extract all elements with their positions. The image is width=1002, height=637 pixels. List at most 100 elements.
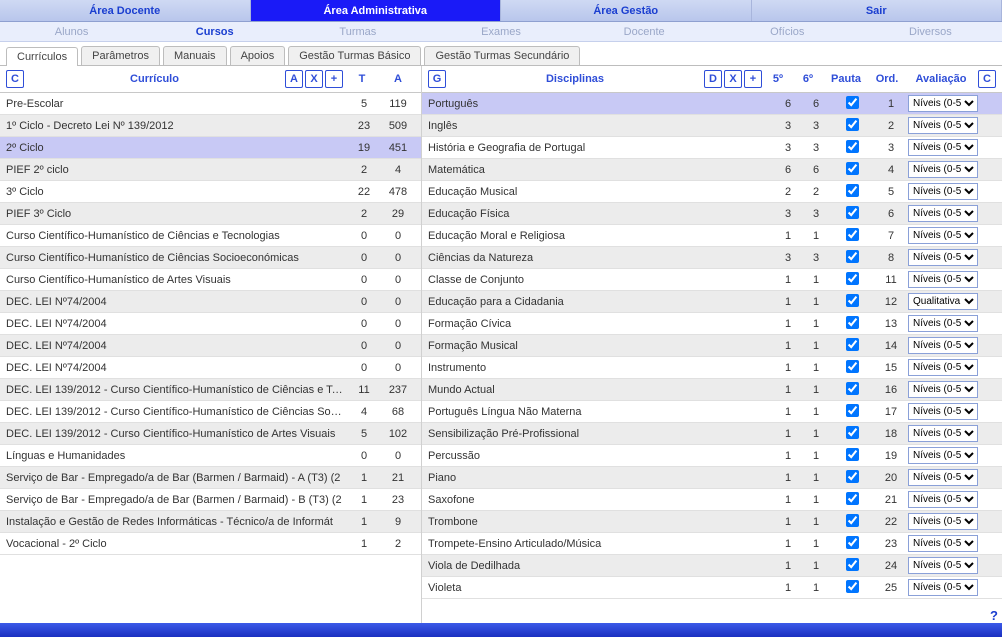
disciplina-pauta-checkbox[interactable] — [846, 448, 859, 461]
disciplina-pauta-checkbox[interactable] — [846, 162, 859, 175]
disciplina-aval-select[interactable]: Níveis (0-5)Qualitativa — [908, 403, 978, 420]
disciplina-pauta-checkbox[interactable] — [846, 184, 859, 197]
disciplina-pauta-checkbox[interactable] — [846, 382, 859, 395]
disciplina-aval-select[interactable]: Níveis (0-5)Qualitativa — [908, 557, 978, 574]
disciplina-row[interactable]: História e Geografia de Portugal333Nívei… — [422, 137, 1002, 159]
curriculo-row[interactable]: PIEF 3º Ciclo229 — [0, 203, 421, 225]
disciplina-aval-select[interactable]: Níveis (0-5)Qualitativa — [908, 293, 978, 310]
disciplina-pauta-checkbox[interactable] — [846, 470, 859, 483]
disciplina-row[interactable]: Trombone1122Níveis (0-5)Qualitativa — [422, 511, 1002, 533]
curriculo-row[interactable]: Curso Científico-Humanístico de Ciências… — [0, 247, 421, 269]
disciplina-aval-select[interactable]: Níveis (0-5)Qualitativa — [908, 183, 978, 200]
curriculo-row[interactable]: DEC. LEI Nº74/200400 — [0, 291, 421, 313]
disciplina-aval-select[interactable]: Níveis (0-5)Qualitativa — [908, 337, 978, 354]
disciplinas-btn-plus[interactable]: + — [744, 70, 762, 88]
disciplina-pauta-checkbox[interactable] — [846, 272, 859, 285]
disciplina-row[interactable]: Ciências da Natureza338Níveis (0-5)Quali… — [422, 247, 1002, 269]
disciplina-aval-select[interactable]: Níveis (0-5)Qualitativa — [908, 359, 978, 376]
curriculo-row[interactable]: Serviço de Bar - Empregado/a de Bar (Bar… — [0, 467, 421, 489]
subnav-item[interactable]: Ofícios — [716, 22, 859, 41]
disciplina-pauta-checkbox[interactable] — [846, 338, 859, 351]
disciplina-aval-select[interactable]: Níveis (0-5)Qualitativa — [908, 161, 978, 178]
disciplina-aval-select[interactable]: Níveis (0-5)Qualitativa — [908, 205, 978, 222]
tab[interactable]: Currículos — [6, 47, 78, 66]
subnav-item[interactable]: Docente — [573, 22, 716, 41]
disciplina-aval-select[interactable]: Níveis (0-5)Qualitativa — [908, 95, 978, 112]
disciplinas-btn-g[interactable]: G — [428, 70, 446, 88]
disciplina-row[interactable]: Trompete-Ensino Articulado/Música1123Nív… — [422, 533, 1002, 555]
subnav-item[interactable]: Alunos — [0, 22, 143, 41]
subnav-item[interactable]: Turmas — [286, 22, 429, 41]
tab[interactable]: Apoios — [230, 46, 286, 65]
disciplinas-btn-c[interactable]: C — [978, 70, 996, 88]
disciplina-row[interactable]: Classe de Conjunto1111Níveis (0-5)Qualit… — [422, 269, 1002, 291]
disciplina-pauta-checkbox[interactable] — [846, 96, 859, 109]
disciplinas-btn-d[interactable]: D — [704, 70, 722, 88]
disciplina-pauta-checkbox[interactable] — [846, 514, 859, 527]
disciplina-pauta-checkbox[interactable] — [846, 250, 859, 263]
curriculo-row[interactable]: DEC. LEI 139/2012 - Curso Científico-Hum… — [0, 423, 421, 445]
disciplina-aval-select[interactable]: Níveis (0-5)Qualitativa — [908, 271, 978, 288]
disciplina-aval-select[interactable]: Níveis (0-5)Qualitativa — [908, 579, 978, 596]
disciplina-pauta-checkbox[interactable] — [846, 536, 859, 549]
disciplina-aval-select[interactable]: Níveis (0-5)Qualitativa — [908, 469, 978, 486]
disciplina-row[interactable]: Sensibilização Pré-Profissional1118Nívei… — [422, 423, 1002, 445]
curriculo-row[interactable]: DEC. LEI Nº74/200400 — [0, 313, 421, 335]
disciplina-aval-select[interactable]: Níveis (0-5)Qualitativa — [908, 117, 978, 134]
topnav-item[interactable]: Área Gestão — [501, 0, 752, 21]
disciplina-pauta-checkbox[interactable] — [846, 558, 859, 571]
disciplina-row[interactable]: Saxofone1121Níveis (0-5)Qualitativa — [422, 489, 1002, 511]
topnav-item[interactable]: Área Administrativa — [251, 0, 502, 21]
disciplina-aval-select[interactable]: Níveis (0-5)Qualitativa — [908, 513, 978, 530]
curriculo-row[interactable]: PIEF 2º ciclo24 — [0, 159, 421, 181]
disciplina-pauta-checkbox[interactable] — [846, 140, 859, 153]
disciplina-row[interactable]: Educação para a Cidadania1112Níveis (0-5… — [422, 291, 1002, 313]
curriculo-row[interactable]: 3º Ciclo22478 — [0, 181, 421, 203]
disciplina-pauta-checkbox[interactable] — [846, 360, 859, 373]
curriculo-row[interactable]: Vocacional - 2º Ciclo12 — [0, 533, 421, 555]
disciplina-row[interactable]: Matemática664Níveis (0-5)Qualitativa — [422, 159, 1002, 181]
disciplina-row[interactable]: Instrumento1115Níveis (0-5)Qualitativa — [422, 357, 1002, 379]
disciplina-pauta-checkbox[interactable] — [846, 492, 859, 505]
curriculo-row[interactable]: DEC. LEI 139/2012 - Curso Científico-Hum… — [0, 401, 421, 423]
disciplina-pauta-checkbox[interactable] — [846, 316, 859, 329]
disciplina-row[interactable]: Educação Musical225Níveis (0-5)Qualitati… — [422, 181, 1002, 203]
disciplina-pauta-checkbox[interactable] — [846, 580, 859, 593]
disciplina-aval-select[interactable]: Níveis (0-5)Qualitativa — [908, 447, 978, 464]
disciplina-aval-select[interactable]: Níveis (0-5)Qualitativa — [908, 381, 978, 398]
tab[interactable]: Manuais — [163, 46, 227, 65]
curriculo-row[interactable]: Pre-Escolar5119 — [0, 93, 421, 115]
curriculo-btn-c[interactable]: C — [6, 70, 24, 88]
curriculo-row[interactable]: Serviço de Bar - Empregado/a de Bar (Bar… — [0, 489, 421, 511]
curriculo-row[interactable]: DEC. LEI Nº74/200400 — [0, 335, 421, 357]
disciplina-row[interactable]: Formação Cívica1113Níveis (0-5)Qualitati… — [422, 313, 1002, 335]
topnav-item[interactable]: Sair — [752, 0, 1002, 21]
disciplina-aval-select[interactable]: Níveis (0-5)Qualitativa — [908, 315, 978, 332]
disciplina-row[interactable]: Percussão1119Níveis (0-5)Qualitativa — [422, 445, 1002, 467]
curriculo-row[interactable]: DEC. LEI 139/2012 - Curso Científico-Hum… — [0, 379, 421, 401]
disciplina-aval-select[interactable]: Níveis (0-5)Qualitativa — [908, 535, 978, 552]
disciplina-aval-select[interactable]: Níveis (0-5)Qualitativa — [908, 249, 978, 266]
curriculo-row[interactable]: Línguas e Humanidades00 — [0, 445, 421, 467]
curriculo-btn-x[interactable]: X — [305, 70, 323, 88]
disciplina-pauta-checkbox[interactable] — [846, 118, 859, 131]
disciplina-aval-select[interactable]: Níveis (0-5)Qualitativa — [908, 227, 978, 244]
help-icon[interactable]: ? — [990, 608, 998, 623]
curriculo-row[interactable]: Curso Científico-Humanístico de Artes Vi… — [0, 269, 421, 291]
disciplina-row[interactable]: Piano1120Níveis (0-5)Qualitativa — [422, 467, 1002, 489]
disciplina-aval-select[interactable]: Níveis (0-5)Qualitativa — [908, 139, 978, 156]
disciplina-row[interactable]: Educação Moral e Religiosa117Níveis (0-5… — [422, 225, 1002, 247]
disciplina-pauta-checkbox[interactable] — [846, 294, 859, 307]
subnav-item[interactable]: Exames — [429, 22, 572, 41]
topnav-item[interactable]: Área Docente — [0, 0, 251, 21]
disciplina-aval-select[interactable]: Níveis (0-5)Qualitativa — [908, 425, 978, 442]
disciplina-row[interactable]: Educação Física336Níveis (0-5)Qualitativ… — [422, 203, 1002, 225]
tab[interactable]: Gestão Turmas Básico — [288, 46, 421, 65]
disciplina-pauta-checkbox[interactable] — [846, 404, 859, 417]
disciplina-row[interactable]: Inglês332Níveis (0-5)Qualitativa — [422, 115, 1002, 137]
disciplina-row[interactable]: Português661Níveis (0-5)Qualitativa — [422, 93, 1002, 115]
disciplina-row[interactable]: Formação Musical1114Níveis (0-5)Qualitat… — [422, 335, 1002, 357]
curriculo-row[interactable]: DEC. LEI Nº74/200400 — [0, 357, 421, 379]
disciplina-pauta-checkbox[interactable] — [846, 228, 859, 241]
disciplina-pauta-checkbox[interactable] — [846, 426, 859, 439]
